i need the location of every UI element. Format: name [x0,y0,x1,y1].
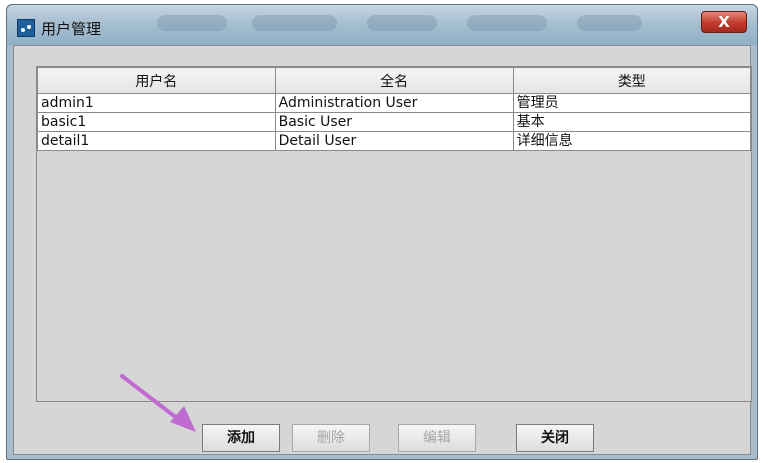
cell-fullname: Administration User [274,93,514,113]
cell-username: detail1 [37,131,276,151]
table-row[interactable]: detail1 Detail User 详细信息 [37,131,752,151]
background-blur [467,15,547,31]
title-bar[interactable]: 用户管理 X [7,5,757,45]
table-header-row: 用户名 全名 类型 [37,67,752,94]
table-row[interactable]: admin1 Administration User 管理员 [37,93,752,113]
users-table: 用户名 全名 类型 admin1 Administration User 管理员… [37,67,752,151]
delete-button[interactable]: 删除 [292,424,370,452]
users-table-container[interactable]: 用户名 全名 类型 admin1 Administration User 管理员… [36,66,752,402]
background-blur [252,15,337,31]
column-header-username[interactable]: 用户名 [37,67,276,94]
close-button[interactable]: 关闭 [516,424,594,452]
table-row[interactable]: basic1 Basic User 基本 [37,112,752,132]
column-header-fullname[interactable]: 全名 [274,67,514,94]
annotation-arrow [120,374,196,432]
cell-type: 管理员 [512,93,752,113]
cell-fullname: Detail User [274,131,514,151]
edit-button[interactable]: 编辑 [398,424,476,452]
cell-type: 基本 [512,112,752,132]
background-blur [577,15,642,31]
cell-type: 详细信息 [512,131,752,151]
column-header-type[interactable]: 类型 [512,67,752,94]
cell-username: basic1 [37,112,276,132]
window-title: 用户管理 [41,20,102,38]
cell-fullname: Basic User [274,112,514,132]
background-blur [367,15,437,31]
cell-username: admin1 [37,93,276,113]
background-blur [157,15,227,31]
close-window-button[interactable]: X [701,11,747,33]
app-icon [17,19,35,37]
